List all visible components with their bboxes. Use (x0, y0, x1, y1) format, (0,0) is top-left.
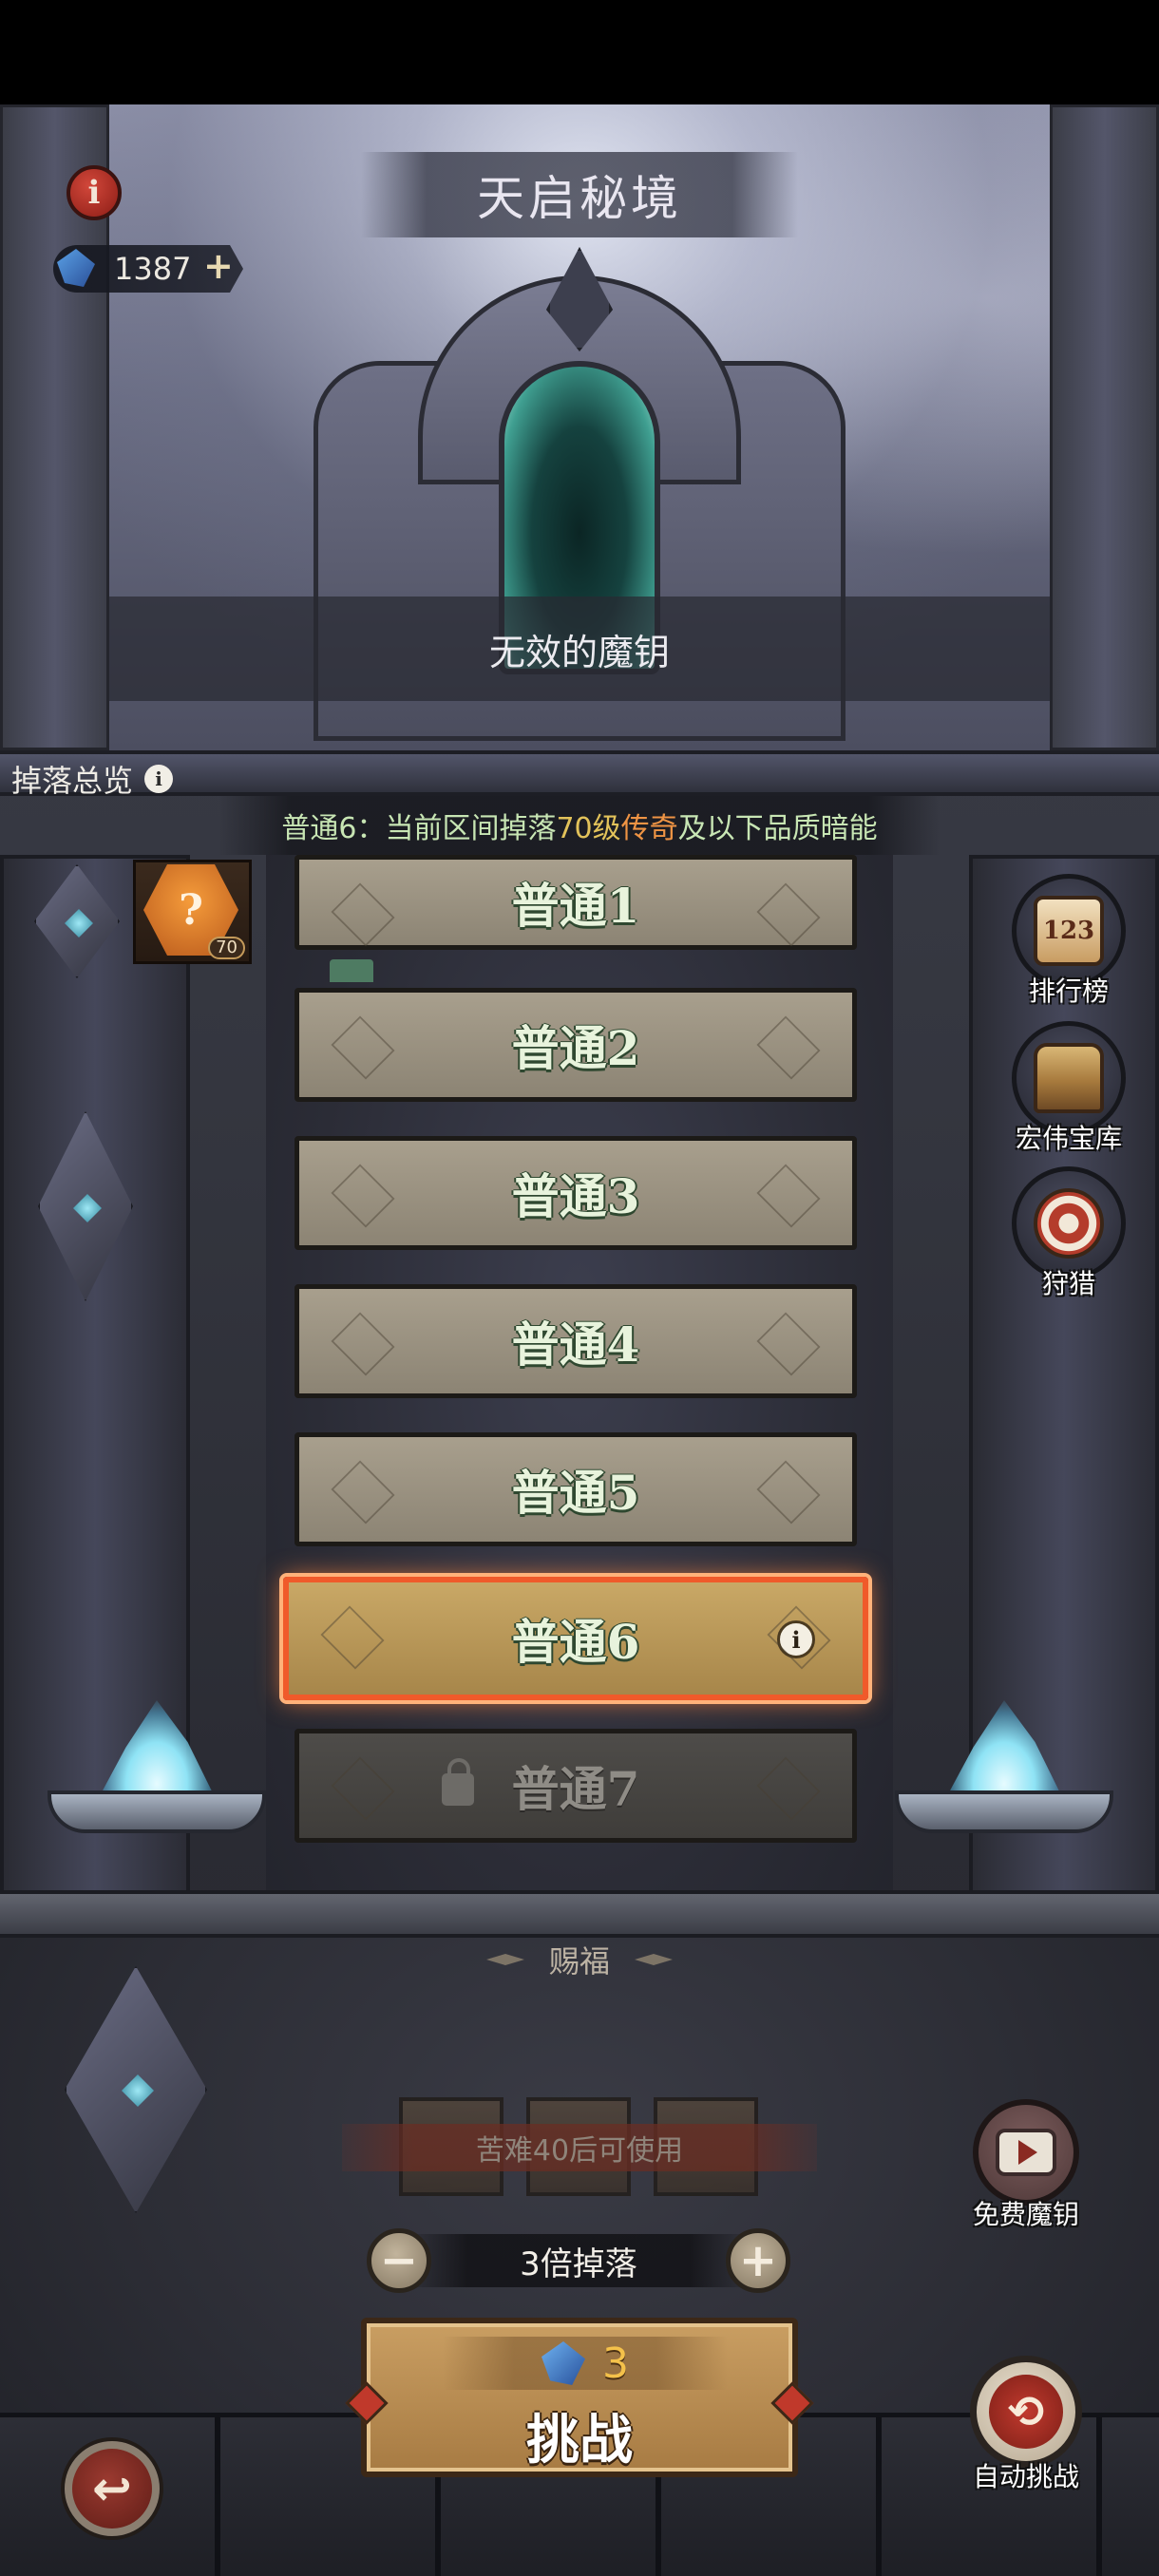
magic-key-gem-icon (542, 2341, 585, 2385)
status-bar (0, 0, 1159, 104)
lock-icon (442, 1758, 474, 1806)
challenge-cost-value: 3 (602, 2339, 629, 2388)
minus-button[interactable]: − (367, 2228, 431, 2293)
auto-repeat-icon: ⟲ (989, 2375, 1063, 2449)
hunting-label: 狩猎 (1041, 1268, 1095, 1299)
level-button-1[interactable]: 普通1 (294, 855, 857, 950)
level-info-icon[interactable]: i (777, 1620, 815, 1658)
info-icon[interactable]: i (66, 165, 122, 220)
free-key-button[interactable]: 免费魔钥 (940, 2099, 1112, 2232)
level-button-7-locked[interactable]: 普通7 (294, 1729, 857, 1843)
auto-challenge-button[interactable]: ⟲ 自动挑战 (940, 2356, 1112, 2494)
blue-flame-icon (95, 1700, 218, 1805)
level-label-7: 普通7 (511, 1761, 640, 1817)
drops-info-icon[interactable]: i (144, 765, 174, 793)
level-button-3[interactable]: 普通3 (294, 1136, 857, 1250)
currency-bar[interactable]: 1387 + (53, 245, 243, 293)
drops-info-prefix: 普通6：当前区间掉落 (281, 812, 557, 845)
drops-overview-label: 掉落总览 (11, 763, 134, 799)
drops-info-suffix: 及以下品质暗能 (677, 812, 878, 845)
brazier-right (895, 1700, 1113, 1833)
plus-icon[interactable]: + (203, 245, 234, 287)
stone-ledge (0, 750, 1159, 796)
challenge-cost: 3 (443, 2337, 728, 2390)
hunting-button[interactable]: 狩猎 (998, 1166, 1140, 1301)
blessing-title: 赐福 (390, 1936, 770, 1983)
challenge-label: 挑战 (526, 2409, 633, 2472)
leaderboard-button[interactable]: 123 排行榜 (998, 874, 1140, 1009)
auto-challenge-label: 自动挑战 (972, 2461, 1079, 2492)
boss-level-badge: 70 (208, 937, 245, 959)
boss-portrait[interactable]: ? 70 (133, 860, 252, 964)
grand-vault-button[interactable]: 宏伟宝库 (998, 1021, 1140, 1156)
level-button-6-selected[interactable]: 普通6 i (283, 1577, 868, 1700)
key-status-banner: 无效的魔钥 (109, 597, 1050, 701)
multiplier-label: 3倍掉落 (405, 2234, 752, 2287)
level-button-5[interactable]: 普通5 (294, 1432, 857, 1546)
sky-banner: i 天启秘境 1387 + 无效的魔钥 (0, 104, 1159, 750)
leaderboard-dice-icon: 123 (1034, 896, 1104, 966)
drops-info-text: 普通6：当前区间掉落 70级 传奇 及以下品质暗能 (218, 796, 940, 855)
blessing-lock-text: 苦难40后可使用 (342, 2124, 817, 2171)
leaderboard-label: 排行榜 (1028, 975, 1109, 1007)
level-button-4[interactable]: 普通4 (294, 1284, 857, 1398)
video-play-icon (996, 2129, 1056, 2176)
level-button-2[interactable]: 普通2 (294, 988, 857, 1102)
currency-amount: 1387 (114, 251, 192, 287)
drops-overview[interactable]: 掉落总览 i (11, 760, 174, 799)
page-title: 天启秘境 (361, 152, 798, 237)
grand-vault-label: 宏伟宝库 (1015, 1123, 1122, 1154)
drop-multiplier: 3倍掉落 − + (367, 2223, 790, 2299)
brazier-left (48, 1700, 266, 1833)
blue-flame-icon (942, 1700, 1066, 1805)
challenge-button[interactable]: 3 挑战 (361, 2318, 798, 2477)
magic-key-gem-icon (57, 249, 95, 287)
treasure-chest-icon (1034, 1043, 1104, 1113)
free-key-label: 免费魔钥 (972, 2199, 1079, 2230)
drops-info-quality: 传奇 (620, 812, 678, 845)
stone-floor (0, 1890, 1159, 1938)
game-scene: i 天启秘境 1387 + 无效的魔钥 掉落总览 i 普通6：当前区间掉落 70级… (0, 104, 1159, 2576)
plus-button[interactable]: + (726, 2228, 790, 2293)
level-label-6: 普通6 (511, 1614, 640, 1670)
back-arrow-icon[interactable]: ↩ (65, 2441, 160, 2536)
hunting-target-icon (1034, 1188, 1104, 1259)
drops-info-level: 70级 (556, 812, 621, 845)
stone-pillar-right (1050, 104, 1159, 750)
